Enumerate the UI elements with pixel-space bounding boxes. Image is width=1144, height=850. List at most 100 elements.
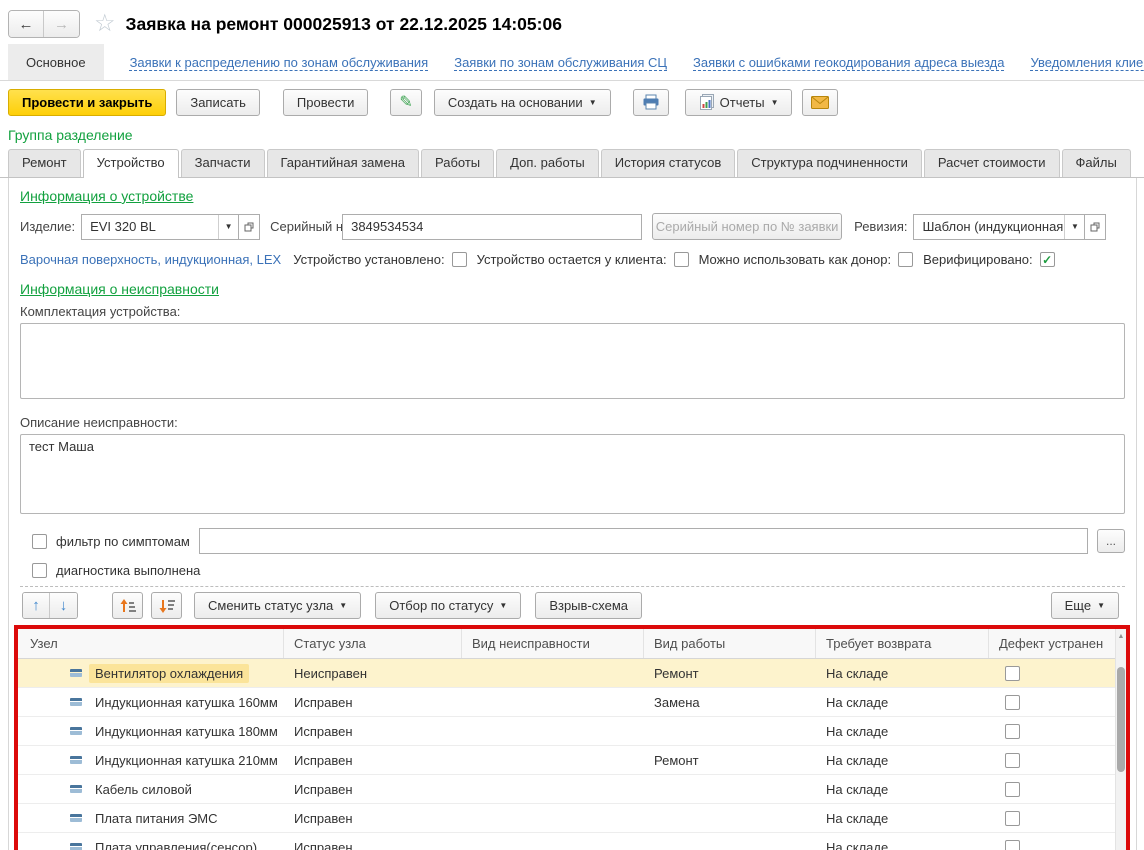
defect-fixed-checkbox[interactable]: [1005, 782, 1020, 797]
table-row[interactable]: Плата питания ЭМСИсправен На складе: [18, 804, 1126, 833]
sort-ascending-button[interactable]: [112, 592, 143, 619]
table-row[interactable]: Вентилятор охлажденияНеисправен РемонтНа …: [18, 659, 1126, 688]
tab-works[interactable]: Работы: [421, 149, 494, 177]
nav-link-zones-distribution[interactable]: Заявки к распределению по зонам обслужив…: [130, 55, 429, 70]
defect-fixed-checkbox[interactable]: [1005, 724, 1020, 739]
node-cell[interactable]: Индукционная катушка 160мм: [18, 688, 284, 716]
serial-by-request-button[interactable]: Серийный номер по № заявки: [652, 213, 842, 240]
fault-kind-cell[interactable]: [462, 746, 644, 774]
tab-repair[interactable]: Ремонт: [8, 149, 81, 177]
verified-checkbox[interactable]: ✓: [1040, 252, 1055, 267]
reports-button[interactable]: Отчеты ▼: [685, 89, 793, 116]
favorite-star-icon[interactable]: ☆: [94, 12, 116, 36]
post-button[interactable]: Провести: [283, 89, 369, 116]
edit-planned-button[interactable]: ✎: [390, 89, 421, 116]
return-required-cell[interactable]: На складе: [816, 688, 989, 716]
donor-checkbox[interactable]: [898, 252, 913, 267]
node-cell[interactable]: Плата управления(сенсор): [18, 833, 284, 850]
scroll-up-icon[interactable]: ▲: [1116, 629, 1126, 640]
revision-dropdown-icon[interactable]: ▼: [1064, 215, 1084, 239]
column-node[interactable]: Узел: [18, 629, 284, 658]
device-type-link[interactable]: Варочная поверхность, индукционная, LEX: [20, 252, 281, 267]
tab-extra-works[interactable]: Доп. работы: [496, 149, 599, 177]
defect-fixed-checkbox[interactable]: [1005, 840, 1020, 850]
explosion-diagram-button[interactable]: Взрыв-схема: [535, 592, 642, 619]
node-cell[interactable]: Плата питания ЭМС: [18, 804, 284, 832]
fault-kind-cell[interactable]: [462, 659, 644, 687]
fault-kind-cell[interactable]: [462, 688, 644, 716]
return-required-cell[interactable]: На складе: [816, 717, 989, 745]
send-email-button[interactable]: [802, 89, 838, 116]
tab-subordination-structure[interactable]: Структура подчиненности: [737, 149, 922, 177]
work-kind-cell[interactable]: [644, 804, 816, 832]
nav-link-client-notifications[interactable]: Уведомления клиентам о и: [1030, 55, 1144, 70]
table-row[interactable]: Индукционная катушка 160ммИсправен Замена…: [18, 688, 1126, 717]
save-button[interactable]: Записать: [176, 89, 260, 116]
post-and-close-button[interactable]: Провести и закрыть: [8, 89, 166, 116]
fault-kind-cell[interactable]: [462, 833, 644, 850]
column-return-required[interactable]: Требует возврата: [816, 629, 989, 658]
node-status-cell[interactable]: Исправен: [284, 746, 462, 774]
print-button[interactable]: [633, 89, 669, 116]
table-row[interactable]: Плата управления(сенсор)Исправен На склад…: [18, 833, 1126, 850]
serial-input[interactable]: [342, 214, 642, 240]
nav-link-zones-sc[interactable]: Заявки по зонам обслуживания СЦ: [454, 55, 667, 70]
work-kind-cell[interactable]: Ремонт: [644, 659, 816, 687]
fault-kind-cell[interactable]: [462, 775, 644, 803]
work-kind-cell[interactable]: [644, 717, 816, 745]
node-cell[interactable]: Индукционная катушка 210мм: [18, 746, 284, 774]
node-cell[interactable]: Кабель силовой: [18, 775, 284, 803]
scrollbar-thumb[interactable]: [1117, 667, 1125, 772]
work-kind-cell[interactable]: [644, 775, 816, 803]
work-kind-cell[interactable]: Ремонт: [644, 746, 816, 774]
node-status-cell[interactable]: Исправен: [284, 804, 462, 832]
product-combo[interactable]: EVI 320 BL ▼: [81, 214, 239, 240]
node-status-cell[interactable]: Неисправен: [284, 659, 462, 687]
table-row[interactable]: Индукционная катушка 210ммИсправен Ремонт…: [18, 746, 1126, 775]
back-button[interactable]: ←: [9, 11, 44, 37]
return-required-cell[interactable]: На складе: [816, 746, 989, 774]
filter-by-status-button[interactable]: Отбор по статусу ▼: [375, 592, 521, 619]
create-based-on-button[interactable]: Создать на основании ▼: [434, 89, 611, 116]
change-node-status-button[interactable]: Сменить статус узла ▼: [194, 592, 361, 619]
defect-fixed-checkbox[interactable]: [1005, 811, 1020, 826]
column-fault-kind[interactable]: Вид неисправности: [462, 629, 644, 658]
node-status-cell[interactable]: Исправен: [284, 775, 462, 803]
more-button[interactable]: Еще ▼: [1051, 592, 1119, 619]
node-status-cell[interactable]: Исправен: [284, 833, 462, 850]
tab-device[interactable]: Устройство: [83, 149, 179, 178]
defect-fixed-checkbox[interactable]: [1005, 666, 1020, 681]
diagnostics-checkbox[interactable]: [32, 563, 47, 578]
fault-description-textarea[interactable]: тест Маша: [20, 434, 1125, 514]
return-required-cell[interactable]: На складе: [816, 833, 989, 850]
node-status-cell[interactable]: Исправен: [284, 688, 462, 716]
tab-files[interactable]: Файлы: [1062, 149, 1131, 177]
work-kind-cell[interactable]: Замена: [644, 688, 816, 716]
stays-with-client-checkbox[interactable]: [674, 252, 689, 267]
symptom-filter-input[interactable]: [199, 528, 1088, 554]
sort-descending-button[interactable]: [151, 592, 182, 619]
table-row[interactable]: Индукционная катушка 180ммИсправенНа скл…: [18, 717, 1126, 746]
forward-button[interactable]: →: [44, 11, 79, 37]
node-cell[interactable]: Вентилятор охлаждения: [18, 659, 284, 687]
move-down-button[interactable]: ↓: [50, 593, 77, 618]
column-node-status[interactable]: Статус узла: [284, 629, 462, 658]
symptom-filter-more-button[interactable]: ...: [1097, 529, 1125, 553]
node-status-cell[interactable]: Исправен: [284, 717, 462, 745]
nav-link-geocoding-errors[interactable]: Заявки с ошибками геокодирования адреса …: [693, 55, 1004, 70]
revision-combo[interactable]: Шаблон (индукционная ▼: [913, 214, 1085, 240]
table-row[interactable]: Кабель силовойИсправен На складе: [18, 775, 1126, 804]
fault-kind-cell[interactable]: [462, 804, 644, 832]
return-required-cell[interactable]: На складе: [816, 659, 989, 687]
revision-open-button[interactable]: [1084, 214, 1106, 240]
return-required-cell[interactable]: На складе: [816, 775, 989, 803]
symptom-filter-checkbox[interactable]: [32, 534, 47, 549]
defect-fixed-checkbox[interactable]: [1005, 753, 1020, 768]
work-kind-cell[interactable]: [644, 833, 816, 850]
return-required-cell[interactable]: На складе: [816, 804, 989, 832]
installed-checkbox[interactable]: [452, 252, 467, 267]
product-open-button[interactable]: [238, 214, 260, 240]
table-scrollbar[interactable]: ▲: [1115, 629, 1126, 850]
tab-cost-calculation[interactable]: Расчет стоимости: [924, 149, 1060, 177]
move-up-button[interactable]: ↑: [23, 593, 50, 618]
